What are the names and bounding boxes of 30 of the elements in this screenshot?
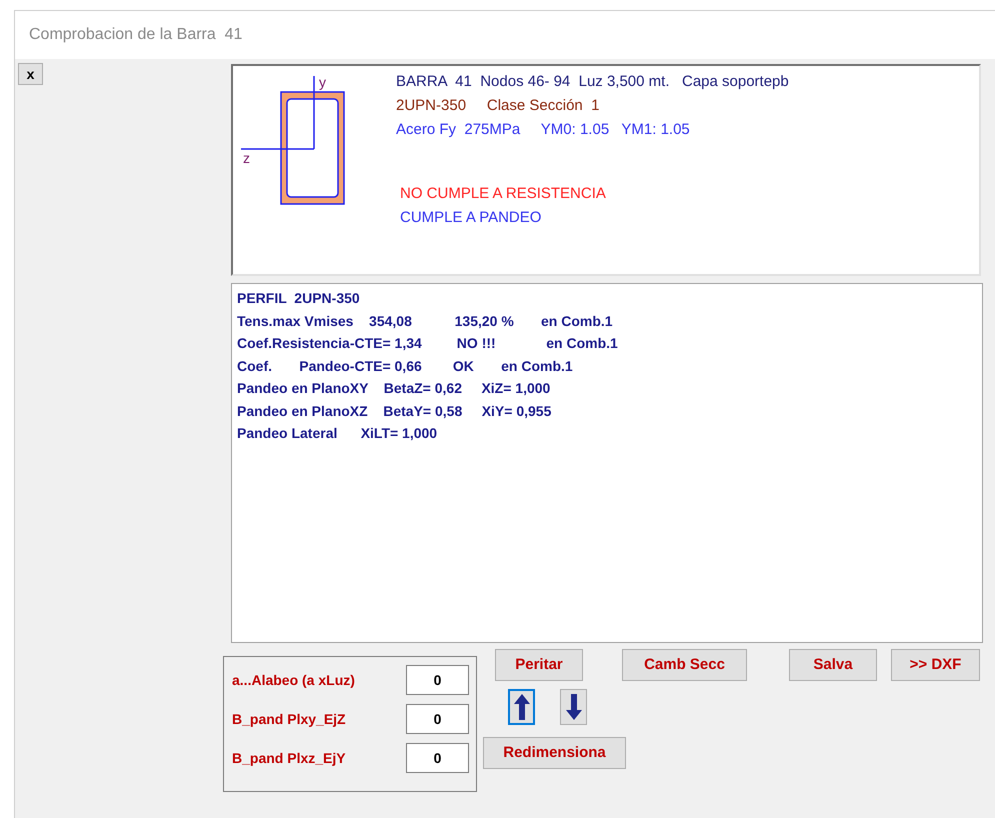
parameter-label: a...Alabeo (a xLuz): [232, 670, 356, 690]
parameter-field[interactable]: 0: [406, 665, 469, 695]
status-line: CUMPLE A PANDEO: [400, 208, 542, 228]
up-arrow-button[interactable]: [508, 689, 535, 725]
redimensiona-button[interactable]: Redimensiona: [483, 737, 626, 769]
result-line: Coef. Pandeo-CTE= 0,66 OK en Comb.1: [237, 356, 574, 376]
result-line: Pandeo Lateral XiLT= 1,000: [237, 424, 438, 443]
result-line: Tens.max Vmises 354,08 135,20 % en Comb.1: [237, 312, 614, 330]
down-arrow-button[interactable]: [560, 689, 587, 725]
parameter-field[interactable]: 0: [406, 704, 469, 734]
parameter-label: B_pand Plxy_EjZ: [232, 710, 347, 729]
status-line: NO CUMPLE A RESISTENCIA: [400, 184, 607, 204]
info-line: Acero Fy 275MPa YM0: 1.05 YM1: 1.05: [396, 120, 691, 140]
close-button[interactable]: x: [18, 63, 43, 85]
peritar-button[interactable]: Peritar: [495, 649, 583, 681]
parameter-label: B_pand Plxz_EjY: [232, 748, 347, 768]
result-line: PERFIL 2UPN-350: [237, 289, 361, 308]
camb-secc-button[interactable]: Camb Secc: [622, 649, 747, 681]
salva-button[interactable]: Salva: [789, 649, 877, 681]
result-line: Pandeo en PlanoXY BetaZ= 0,62 XiZ= 1,000: [237, 379, 552, 398]
result-line: Coef.Resistencia-CTE= 1,34 NO !!! en Comb.1: [237, 334, 619, 353]
parameter-field[interactable]: 0: [406, 743, 469, 773]
result-line: Pandeo en PlanoXZ BetaY= 0,58 XiY= 0,955: [237, 402, 552, 420]
info-line: 2UPN-350 Clase Sección 1: [396, 96, 600, 116]
dxf-button[interactable]: >> DXF: [891, 649, 980, 681]
section-drawing: y z: [241, 71, 351, 211]
down-arrow-icon: [566, 694, 582, 720]
up-arrow-icon: [514, 694, 530, 720]
info-line: BARRA 41 Nodos 46- 94 Luz 3,500 mt. Capa soportepb: [396, 72, 789, 92]
window-title: Comprobacion de la Barra 41: [29, 25, 242, 45]
